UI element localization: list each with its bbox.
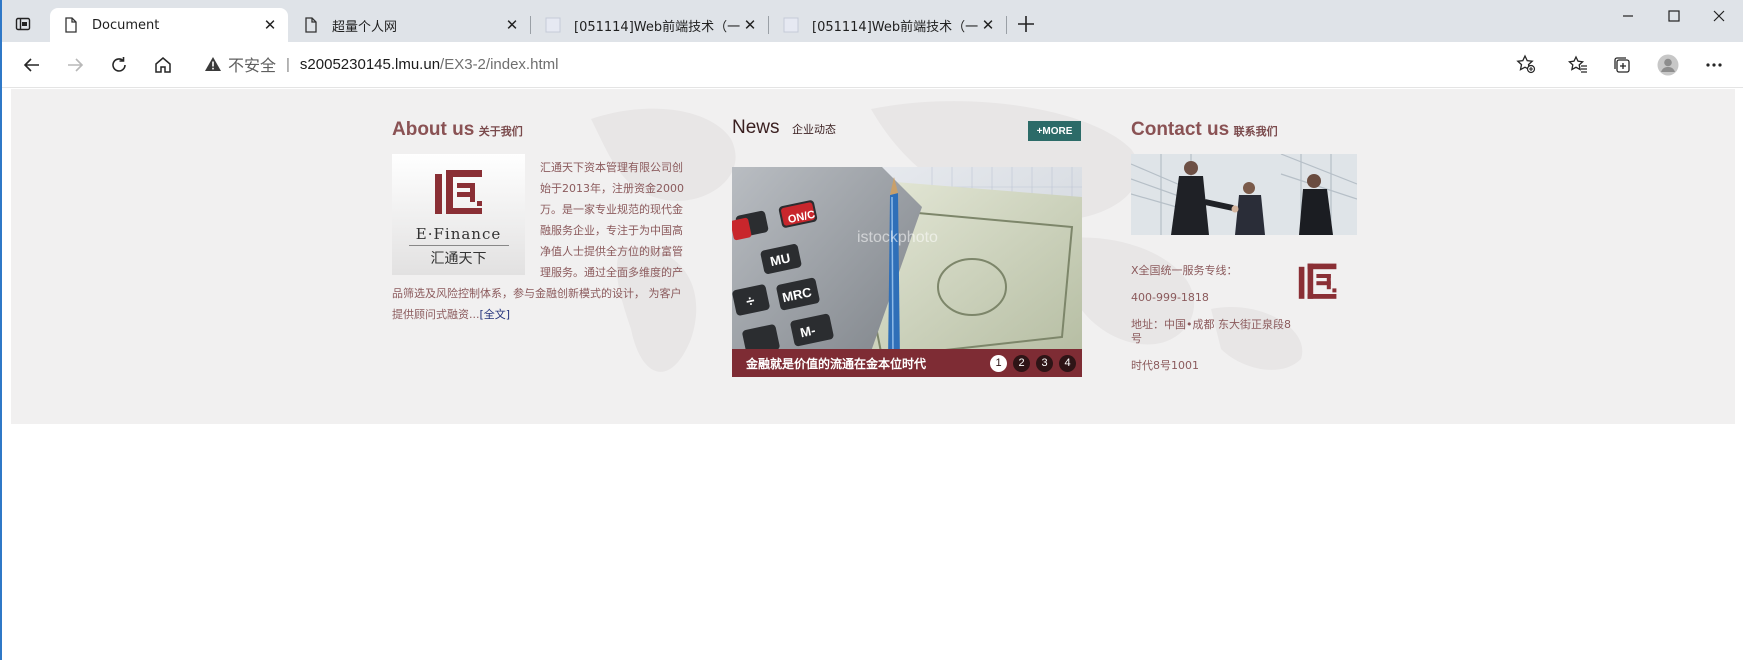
business-handshake-photo	[1131, 154, 1357, 235]
tab-separator	[530, 16, 531, 34]
close-icon[interactable]: ✕	[260, 15, 280, 35]
news-slideshow[interactable]: ON/C MU MRC M- ÷ istockphoto 金融就是价值的流通在金…	[732, 167, 1082, 377]
tab-assignment-2[interactable]: [051114]Web前端技术（一）-作 ✕	[770, 8, 1006, 42]
slide-dot-1[interactable]: 1	[990, 354, 1007, 372]
warning-icon[interactable]	[204, 56, 222, 72]
page-icon	[782, 16, 800, 34]
home-icon[interactable]	[149, 51, 177, 79]
tab-actions-icon[interactable]	[12, 13, 34, 35]
more-icon[interactable]	[1700, 51, 1728, 79]
minimize-icon[interactable]	[1605, 0, 1651, 32]
new-tab-icon[interactable]	[1014, 12, 1038, 36]
tab-separator	[768, 16, 769, 34]
close-icon[interactable]: ✕	[978, 15, 998, 35]
stock-watermark: istockphoto	[857, 229, 938, 246]
address-line-2: 时代8号1001	[1131, 359, 1199, 372]
tab-assignment-1[interactable]: [051114]Web前端技术（一）-作 ✕	[532, 8, 768, 42]
page-icon	[302, 16, 320, 34]
company-logo-mark-small	[1298, 263, 1337, 299]
about-title-en: About us	[392, 119, 475, 140]
refresh-icon[interactable]	[105, 51, 133, 79]
tab-personal-site[interactable]: 超量个人网 ✕	[290, 8, 530, 42]
news-slide-image: ON/C MU MRC M- ÷ istockphoto	[732, 167, 1082, 377]
news-heading: News 企业动态	[732, 117, 836, 139]
address-divider: |	[286, 55, 290, 73]
security-label[interactable]: 不安全	[228, 52, 276, 76]
address-toolbar: 不安全 | s2005230145.lmu.un /EX3-2/index.ht…	[2, 42, 1743, 88]
tab-title: [051114]Web前端技术（一）-作	[812, 19, 978, 35]
contact-title-en: Contact us	[1131, 119, 1230, 140]
url-path: /EX3-2/index.html	[440, 55, 559, 73]
slide-caption[interactable]: 金融就是价值的流通在金本位时代	[746, 355, 990, 372]
logo-float-spacer	[392, 157, 540, 277]
favorites-icon[interactable]	[1564, 51, 1592, 79]
about-heading: About us 关于我们	[392, 119, 523, 141]
tab-separator	[1006, 16, 1007, 34]
page-icon	[544, 16, 562, 34]
contact-heading: Contact us 联系我们	[1131, 119, 1278, 141]
page-icon	[62, 16, 80, 34]
phone-number: 400-999-1818	[1131, 291, 1209, 304]
news-title-en: News	[732, 117, 780, 138]
calculator-key-mminus: M-	[799, 322, 817, 340]
forward-icon[interactable]	[61, 51, 89, 79]
slide-dot-2[interactable]: 2	[1013, 354, 1030, 372]
slide-dot-3[interactable]: 3	[1036, 354, 1053, 372]
url-host: s2005230145.lmu.un	[299, 55, 441, 73]
tab-title: [051114]Web前端技术（一）-作	[574, 19, 740, 35]
page-blank-area	[2, 424, 1743, 660]
hotline-label: X全国统一服务专线：	[1131, 264, 1238, 277]
contact-info: X全国统一服务专线： 400-999-1818 地址：中国•成都 东大街正泉段8…	[1131, 264, 1301, 386]
read-more-link[interactable]: [全文]	[480, 308, 511, 321]
tab-title: 超量个人网	[332, 19, 398, 35]
window-close-icon[interactable]	[1696, 0, 1742, 32]
about-body: 汇通天下资本管理有限公司创始于2013年，注册资金2000万。是一家专业规范的现…	[392, 157, 688, 325]
page-footer-section: About us 关于我们 E·Finance 汇通天下 汇通天下资本管理有限公…	[11, 89, 1735, 424]
maximize-icon[interactable]	[1651, 0, 1697, 32]
news-title-cn: 企业动态	[791, 123, 836, 136]
tab-strip: Document ✕ 超量个人网 ✕ [051114]Web前端技术（一）-作 …	[2, 0, 1743, 42]
address-bar[interactable]: 不安全 | s2005230145.lmu.un /EX3-2/index.ht…	[194, 47, 1546, 81]
more-button[interactable]: +MORE	[1028, 121, 1081, 141]
slide-dot-4[interactable]: 4	[1059, 354, 1076, 372]
tab-document[interactable]: Document ✕	[50, 8, 288, 42]
profile-icon[interactable]	[1654, 51, 1682, 79]
about-title-cn: 关于我们	[478, 125, 523, 138]
contact-title-cn: 联系我们	[1233, 125, 1278, 138]
close-icon[interactable]: ✕	[740, 15, 760, 35]
add-favorite-icon[interactable]	[1516, 54, 1536, 78]
tab-title: Document	[92, 17, 160, 33]
close-icon[interactable]: ✕	[502, 15, 522, 35]
browser-window: Document ✕ 超量个人网 ✕ [051114]Web前端技术（一）-作 …	[0, 0, 1743, 660]
address-line-1: 地址：中国•成都 东大街正泉段8号	[1131, 318, 1291, 345]
back-icon[interactable]	[18, 51, 46, 79]
collections-icon[interactable]	[1608, 51, 1636, 79]
slide-caption-bar: 金融就是价值的流通在金本位时代 1 2 3 4	[732, 349, 1082, 377]
